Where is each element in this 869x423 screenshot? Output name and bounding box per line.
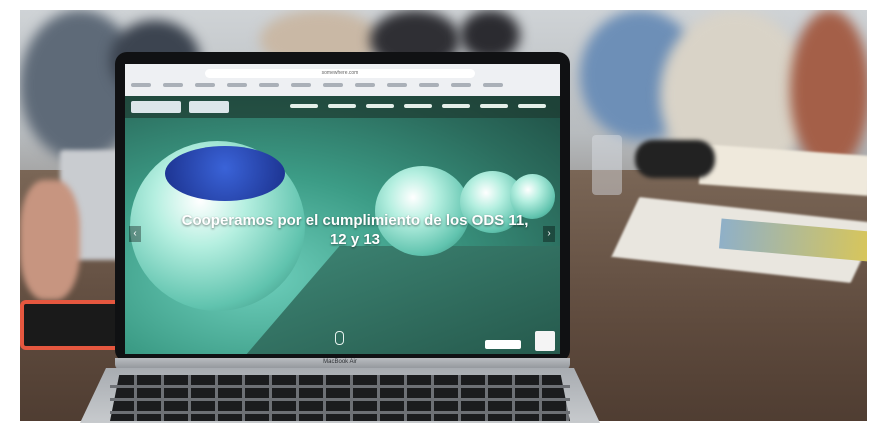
browser-chrome: somewhere.com xyxy=(125,64,560,96)
bookmarks-bar xyxy=(131,83,551,91)
bin-lid xyxy=(165,146,285,201)
carousel-next-button[interactable]: › xyxy=(543,226,555,242)
carousel-prev-button[interactable]: ‹ xyxy=(129,226,141,242)
key-gap xyxy=(110,385,570,388)
key-gap xyxy=(110,398,570,401)
logo[interactable] xyxy=(131,101,181,113)
scroll-down-icon[interactable] xyxy=(335,331,344,345)
cookie-badge[interactable] xyxy=(485,340,521,349)
headline-line-2: 12 y 13 xyxy=(329,231,381,248)
bottle xyxy=(635,140,715,178)
nav-menu[interactable] xyxy=(290,104,546,108)
headline-line-1: Cooperamos por el cumplimiento de los OD… xyxy=(181,212,529,229)
laptop-screen: somewhere.com Cooperamos por el cumplimi… xyxy=(125,64,560,354)
laptop-brand: MacBook Air xyxy=(323,359,357,365)
smartphone xyxy=(20,300,128,350)
hero-headline: Cooperamos por el cumplimiento de los OD… xyxy=(155,211,555,249)
partner-logo[interactable] xyxy=(189,101,229,113)
recaptcha-icon xyxy=(535,331,555,351)
website-hero: Cooperamos por el cumplimiento de los OD… xyxy=(125,96,560,354)
water-glass xyxy=(592,135,622,195)
background-person xyxy=(790,10,867,170)
key-gap xyxy=(110,411,570,414)
hand xyxy=(20,180,80,300)
site-nav xyxy=(125,96,560,118)
address-bar[interactable]: somewhere.com xyxy=(205,69,475,78)
